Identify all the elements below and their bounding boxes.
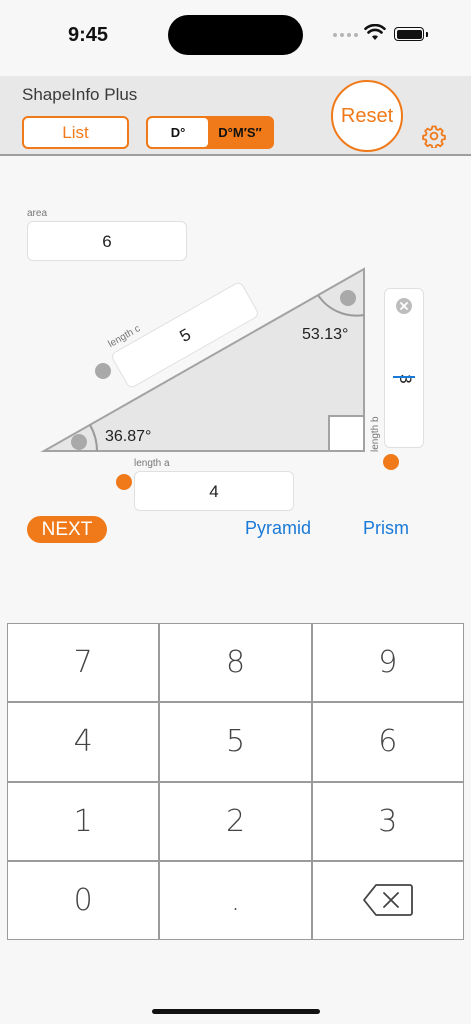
home-indicator xyxy=(152,1009,320,1014)
key-1[interactable]: 1 xyxy=(8,782,159,860)
length-a-field[interactable]: 4 xyxy=(134,471,294,511)
next-button[interactable]: NEXT xyxy=(27,516,107,543)
angle-b-handle[interactable] xyxy=(340,290,356,306)
length-a-handle[interactable] xyxy=(116,474,132,490)
pyramid-link[interactable]: Pyramid xyxy=(245,518,311,539)
length-b-label-wrap: length b xyxy=(370,402,384,452)
angle-top-value: 53.13° xyxy=(302,326,349,343)
prism-link[interactable]: Prism xyxy=(363,518,409,539)
key-2[interactable]: 2 xyxy=(160,782,311,860)
text-cursor xyxy=(393,376,415,378)
length-b-field[interactable]: 3 xyxy=(384,288,424,448)
key-0[interactable]: 0 xyxy=(8,861,159,939)
key-6[interactable]: 6 xyxy=(312,703,463,781)
key-backspace[interactable] xyxy=(312,861,463,939)
angle-a-handle[interactable] xyxy=(71,434,87,450)
key-9[interactable]: 9 xyxy=(312,624,463,702)
key-3[interactable]: 3 xyxy=(312,782,463,860)
key-4[interactable]: 4 xyxy=(8,703,159,781)
key-5[interactable]: 5 xyxy=(160,703,311,781)
length-b-value: 3 xyxy=(396,374,415,384)
right-angle-marker xyxy=(328,415,365,452)
length-b-handle[interactable] xyxy=(383,454,399,470)
key-7[interactable]: 7 xyxy=(8,624,159,702)
triangle-shape xyxy=(40,267,365,452)
key-8[interactable]: 8 xyxy=(160,624,311,702)
angle-left-value: 36.87° xyxy=(105,428,152,445)
key-decimal[interactable]: . xyxy=(160,861,311,939)
backspace-icon xyxy=(362,884,413,917)
clear-icon[interactable] xyxy=(395,297,413,315)
numeric-keypad: 7 8 9 4 5 6 1 2 3 0 . xyxy=(7,623,464,940)
length-c-handle[interactable] xyxy=(95,363,111,379)
length-b-label: length b xyxy=(370,416,381,452)
length-a-label: length a xyxy=(134,458,170,469)
